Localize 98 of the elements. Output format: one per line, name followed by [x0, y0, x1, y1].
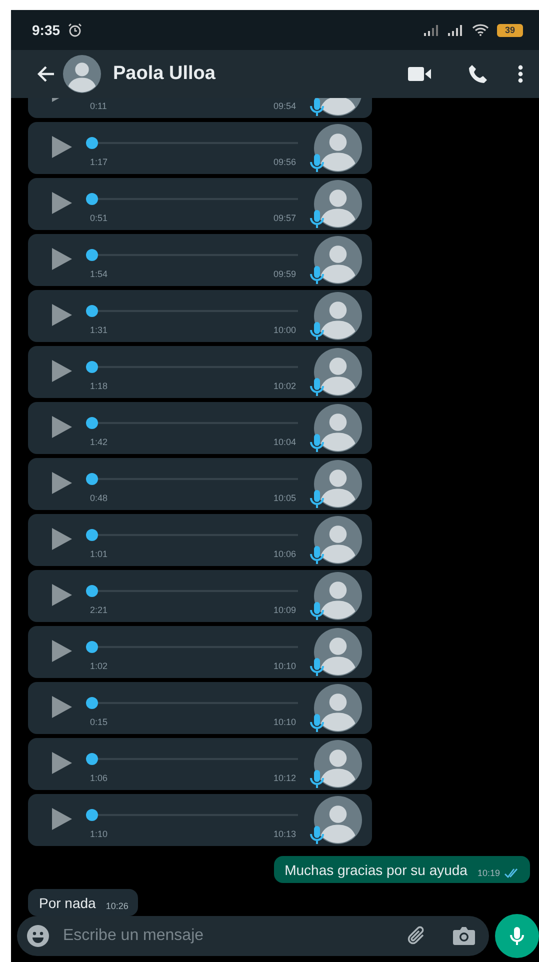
microphone-icon: [310, 210, 324, 229]
play-button[interactable]: [52, 528, 72, 550]
message-time: 10:26: [106, 901, 128, 911]
microphone-icon: [310, 490, 324, 509]
avatar-icon: [314, 572, 362, 620]
playback-thumb[interactable]: [86, 361, 98, 373]
play-button[interactable]: [52, 808, 72, 830]
avatar-icon: [314, 292, 362, 340]
microphone-icon: [310, 546, 324, 565]
playback-thumb[interactable]: [86, 641, 98, 653]
avatar-icon: [314, 796, 362, 844]
audio-duration: 1:31: [90, 325, 108, 335]
playback-thumb[interactable]: [86, 529, 98, 541]
message-time: 09:59: [273, 269, 296, 279]
avatar-icon: [314, 516, 362, 564]
play-button[interactable]: [52, 416, 72, 438]
message-time: 10:19: [477, 868, 500, 878]
emoji-button[interactable]: [27, 925, 49, 947]
audio-duration: 1:42: [90, 437, 108, 447]
signal-icon: [424, 24, 440, 36]
avatar-icon[interactable]: [63, 55, 101, 93]
message-time: 10:02: [273, 381, 296, 391]
play-button[interactable]: [52, 360, 72, 382]
audio-duration: 0:51: [90, 213, 108, 223]
audio-duration: 1:01: [90, 549, 108, 559]
message-time: 09:57: [273, 213, 296, 223]
microphone-icon: [310, 98, 324, 117]
menu-icon[interactable]: [518, 65, 523, 83]
playback-thumb[interactable]: [86, 137, 98, 149]
audio-duration: 0:11: [90, 101, 107, 111]
playback-thumb[interactable]: [86, 193, 98, 205]
audio-duration: 1:18: [90, 381, 108, 391]
playback-thumb[interactable]: [86, 697, 98, 709]
microphone-icon: [310, 434, 324, 453]
play-button[interactable]: [52, 584, 72, 606]
message-time: 10:10: [273, 717, 296, 727]
audio-duration: 1:17: [90, 157, 108, 167]
audio-duration: 1:54: [90, 269, 108, 279]
message-time: 10:13: [273, 829, 296, 839]
audio-duration: 1:10: [90, 829, 108, 839]
play-button[interactable]: [52, 304, 72, 326]
microphone-icon: [310, 322, 324, 341]
message-input-field[interactable]: Escribe un mensaje: [61, 926, 393, 946]
play-button[interactable]: [52, 192, 72, 214]
audio-duration: 1:06: [90, 773, 108, 783]
microphone-icon: [310, 378, 324, 397]
message-text: Muchas gracias por su ayuda: [284, 862, 468, 878]
playback-thumb[interactable]: [86, 753, 98, 765]
voice-record-button[interactable]: [495, 914, 539, 958]
avatar-icon: [314, 684, 362, 732]
audio-duration: 2:21: [90, 605, 108, 615]
avatar-icon: [314, 236, 362, 284]
message-time: 10:04: [273, 437, 296, 447]
microphone-icon: [310, 770, 324, 789]
message-time: 10:12: [273, 773, 296, 783]
message-time: 10:05: [273, 493, 296, 503]
wifi-icon: [472, 24, 489, 36]
microphone-icon: [310, 154, 324, 173]
avatar-icon: [314, 404, 362, 452]
audio-duration: 0:15: [90, 717, 108, 727]
audio-duration: 0:48: [90, 493, 108, 503]
playback-thumb[interactable]: [86, 249, 98, 261]
avatar-icon: [314, 180, 362, 228]
message-time: 10:06: [273, 549, 296, 559]
microphone-icon: [310, 714, 324, 733]
avatar-icon: [314, 460, 362, 508]
camera-button[interactable]: [453, 927, 475, 945]
message-text: Por nada: [39, 895, 96, 911]
playback-thumb[interactable]: [86, 585, 98, 597]
alarm-icon: [68, 23, 82, 37]
play-button[interactable]: [52, 248, 72, 270]
microphone-icon: [310, 266, 324, 285]
playback-thumb[interactable]: [86, 417, 98, 429]
message-time: 09:56: [273, 157, 296, 167]
avatar-icon: [314, 740, 362, 788]
avatar-icon: [314, 628, 362, 676]
avatar-icon: [314, 124, 362, 172]
play-button[interactable]: [52, 472, 72, 494]
play-button[interactable]: [52, 752, 72, 774]
battery-icon: 39: [497, 24, 523, 36]
audio-duration: 1:02: [90, 661, 108, 671]
message-time: 10:00: [273, 325, 296, 335]
avatar-icon: [314, 348, 362, 396]
playback-thumb[interactable]: [86, 305, 98, 317]
playback-thumb[interactable]: [86, 473, 98, 485]
play-button[interactable]: [52, 696, 72, 718]
message-time: 09:54: [273, 101, 296, 111]
playback-thumb[interactable]: [86, 809, 98, 821]
signal-icon: [448, 24, 464, 36]
message-time: 10:10: [273, 661, 296, 671]
message-time: 10:09: [273, 605, 296, 615]
microphone-icon: [310, 602, 324, 621]
microphone-icon: [310, 658, 324, 677]
message-field[interactable]: Escribe un mensaje: [17, 916, 489, 956]
play-button[interactable]: [52, 136, 72, 158]
play-button[interactable]: [52, 640, 72, 662]
clock-time: 9:35: [32, 22, 60, 38]
microphone-icon: [310, 826, 324, 845]
